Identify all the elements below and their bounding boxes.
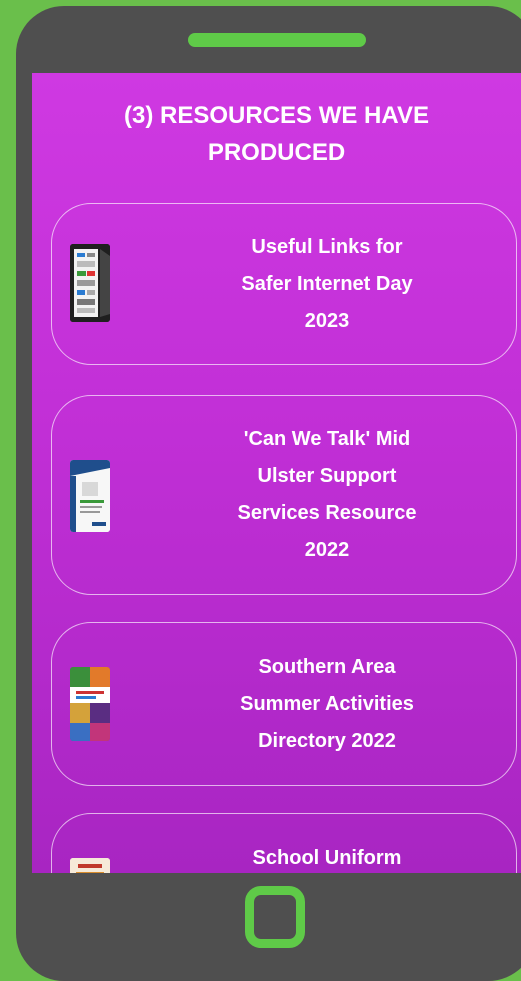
page-title: (3) RESOURCES WE HAVE PRODUCED	[124, 102, 429, 166]
resource-card-safer-internet-day[interactable]: Useful Links for Safer Internet Day 2023	[51, 203, 517, 365]
phone-screen: (3) RESOURCES WE HAVE PRODUCED Useful Li…	[32, 73, 521, 873]
resource-thumbnail	[70, 460, 110, 532]
resource-label: Southern Area Summer Activities Director…	[240, 655, 414, 752]
home-button[interactable]	[245, 886, 305, 948]
resource-label: 'Can We Talk' Mid Ulster Support Service…	[237, 428, 417, 561]
resource-label: School Uniform	[252, 847, 402, 869]
phone-speaker	[188, 33, 366, 47]
resource-card-summer-activities[interactable]: Southern Area Summer Activities Director…	[51, 622, 517, 786]
resource-card-can-we-talk[interactable]: 'Can We Talk' Mid Ulster Support Service…	[51, 395, 517, 595]
resource-thumbnail	[70, 667, 110, 741]
resource-thumbnail	[70, 858, 110, 873]
phone-frame: (3) RESOURCES WE HAVE PRODUCED Useful Li…	[16, 6, 521, 981]
resource-thumbnail	[70, 244, 110, 322]
resource-label: Useful Links for Safer Internet Day 2023	[241, 235, 413, 332]
resource-card-school-uniform[interactable]: School Uniform	[51, 813, 517, 873]
